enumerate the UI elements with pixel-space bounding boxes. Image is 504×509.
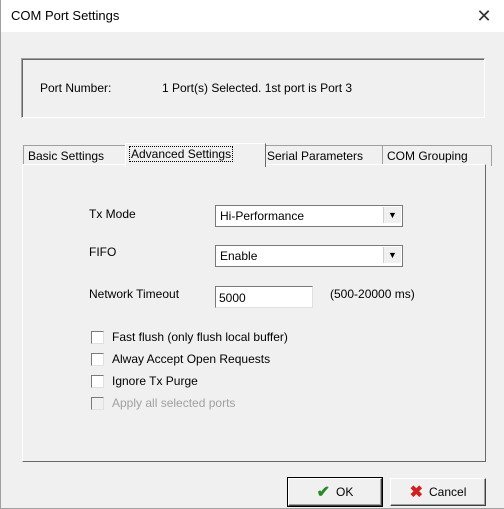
tab-basic-settings[interactable]: Basic Settings <box>23 145 129 166</box>
checkbox-label: Apply all selected ports <box>112 396 236 410</box>
fifo-value: Enable <box>220 249 258 263</box>
network-timeout-value: 5000 <box>219 291 246 305</box>
com-port-settings-dialog: COM Port Settings ✕ Port Number: 1 Port(… <box>0 0 504 509</box>
check-icon: ✔ <box>316 484 331 501</box>
fast-flush-checkbox[interactable]: Fast flush (only flush local buffer) <box>91 329 288 345</box>
apply-all-selected-ports-checkbox: Apply all selected ports <box>91 395 235 411</box>
checkbox-box[interactable] <box>91 352 104 366</box>
cancel-label: Cancel <box>429 485 467 499</box>
checkbox-label: Alway Accept Open Requests <box>112 352 271 366</box>
port-number-value: 1 Port(s) Selected. 1st port is Port 3 <box>162 81 353 95</box>
chevron-down-icon: ▼ <box>383 207 401 223</box>
chevron-down-icon: ▼ <box>383 247 401 263</box>
close-button[interactable]: ✕ <box>464 0 504 32</box>
fifo-select[interactable]: Enable ▼ <box>215 245 403 267</box>
tab-label: COM Grouping <box>387 149 468 163</box>
port-info-box: Port Number: 1 Port(s) Selected. 1st por… <box>21 58 485 118</box>
x-icon: ✖ <box>409 484 424 501</box>
tab-label: Advanced Settings <box>128 146 234 162</box>
tab-label: Basic Settings <box>28 149 105 163</box>
ok-label: OK <box>336 485 354 499</box>
checkbox-label: Fast flush (only flush local buffer) <box>112 330 288 344</box>
alway-accept-open-requests-checkbox[interactable]: Alway Accept Open Requests <box>91 351 270 367</box>
tx-mode-label: Tx Mode <box>89 207 136 221</box>
tab-advanced-settings[interactable]: Advanced Settings <box>125 143 266 167</box>
title-bar: COM Port Settings ✕ <box>1 0 504 32</box>
cancel-button[interactable]: ✖ Cancel <box>390 478 486 506</box>
checkbox-box[interactable] <box>91 374 104 388</box>
close-icon: ✕ <box>476 5 492 26</box>
port-number-label: Port Number: <box>40 81 112 95</box>
ignore-tx-purge-checkbox[interactable]: Ignore Tx Purge <box>91 373 198 389</box>
checkbox-label: Ignore Tx Purge <box>112 374 198 388</box>
network-timeout-input[interactable]: 5000 <box>215 286 313 308</box>
ok-button[interactable]: ✔ OK <box>287 477 383 507</box>
fifo-label: FIFO <box>89 245 117 259</box>
tab-serial-parameters[interactable]: Serial Parameters <box>262 145 386 166</box>
tab-com-grouping[interactable]: COM Grouping <box>382 145 492 166</box>
tx-mode-value: Hi-Performance <box>220 209 305 223</box>
advanced-settings-panel: Tx Mode Hi-Performance ▼ FIFO Enable ▼ N… <box>22 164 486 462</box>
window-title: COM Port Settings <box>11 8 120 23</box>
tx-mode-select[interactable]: Hi-Performance ▼ <box>215 205 403 227</box>
tab-strip: Basic Settings Advanced Settings Serial … <box>23 143 492 167</box>
network-timeout-label: Network Timeout <box>89 287 180 301</box>
checkbox-box <box>91 396 104 410</box>
checkbox-box[interactable] <box>91 330 104 344</box>
network-timeout-range: (500-20000 ms) <box>330 287 415 301</box>
tab-label: Serial Parameters <box>267 149 364 163</box>
